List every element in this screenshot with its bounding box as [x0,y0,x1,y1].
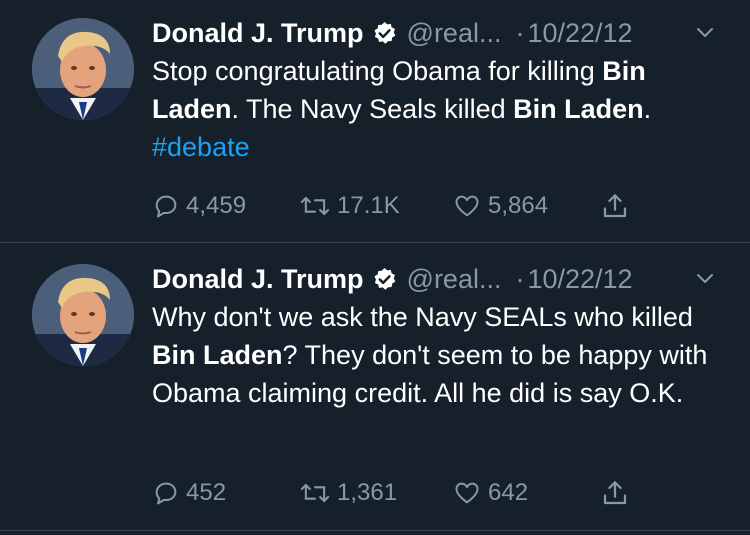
author-handle[interactable]: @real... [407,18,502,49]
tweet-date[interactable]: 10/22/12 [527,264,632,295]
reply-button[interactable]: 4,459 [152,186,246,226]
share-upload-icon [600,191,630,221]
retweet-count: 17.1K [337,192,400,219]
like-count: 642 [488,479,529,506]
tweet[interactable]: Donald J. Trump @real... · 10/22/12 Why … [0,243,750,531]
author-name[interactable]: Donald J. Trump [152,264,364,295]
verified-badge-icon [372,21,397,46]
hashtag-link[interactable]: #debate [152,128,730,166]
like-button[interactable]: 642 [452,473,528,513]
text-segment: Why don't we ask the Navy SEALs who kill… [152,302,693,332]
like-count: 5,864 [488,192,549,219]
text-bold: Bin Laden [152,340,283,370]
tweet-actions: 452 1,361 642 [152,473,652,513]
tweet-text: Stop congratulating Obama for killing Bi… [152,52,730,166]
retweet-count: 1,361 [337,479,398,506]
like-button[interactable]: 5,864 [452,186,548,226]
text-bold: Laden [152,94,232,124]
share-button[interactable] [600,186,630,226]
separator-dot: · [515,17,525,48]
tweet-header: Donald J. Trump @real... · 10/22/12 [152,13,730,53]
verified-badge-icon [372,267,397,292]
timeline: Donald J. Trump @real... · 10/22/12 Stop… [0,0,750,535]
text-segment: Stop congratulating Obama for killing [152,56,603,86]
chevron-down-icon[interactable] [694,23,716,43]
tweet-text: Why don't we ask the Navy SEALs who kill… [152,298,730,412]
text-bold: Bin [602,56,646,86]
share-button[interactable] [600,473,630,513]
text-bold: Bin Laden [513,94,644,124]
author-name[interactable]: Donald J. Trump [152,18,364,49]
retweet-button[interactable]: 17.1K [299,186,400,226]
reply-bubble-icon [152,479,180,507]
tweet-header: Donald J. Trump @real... · 10/22/12 [152,259,730,299]
tweet-date[interactable]: 10/22/12 [527,18,632,49]
tweet[interactable]: Donald J. Trump @real... · 10/22/12 Stop… [0,0,750,243]
tweet-content: Donald J. Trump @real... · 10/22/12 Why … [152,259,730,412]
heart-icon [452,479,482,507]
text-segment: . [643,94,652,124]
retweet-button[interactable]: 1,361 [299,473,397,513]
heart-icon [452,192,482,220]
tweet-content: Donald J. Trump @real... · 10/22/12 Stop… [152,13,730,166]
retweet-arrows-icon [299,192,331,220]
retweet-arrows-icon [299,479,331,507]
reply-count: 452 [186,479,227,506]
share-upload-icon [600,478,630,508]
reply-count: 4,459 [186,192,247,219]
chevron-down-icon[interactable] [694,269,716,289]
avatar[interactable] [32,18,134,120]
reply-bubble-icon [152,192,180,220]
tweet-actions: 4,459 17.1K 5,864 [152,186,652,226]
text-segment: . The Navy Seals killed [231,94,514,124]
author-handle[interactable]: @real... [407,264,502,295]
reply-button[interactable]: 452 [152,473,226,513]
avatar[interactable] [32,264,134,366]
separator-dot: · [515,263,525,294]
